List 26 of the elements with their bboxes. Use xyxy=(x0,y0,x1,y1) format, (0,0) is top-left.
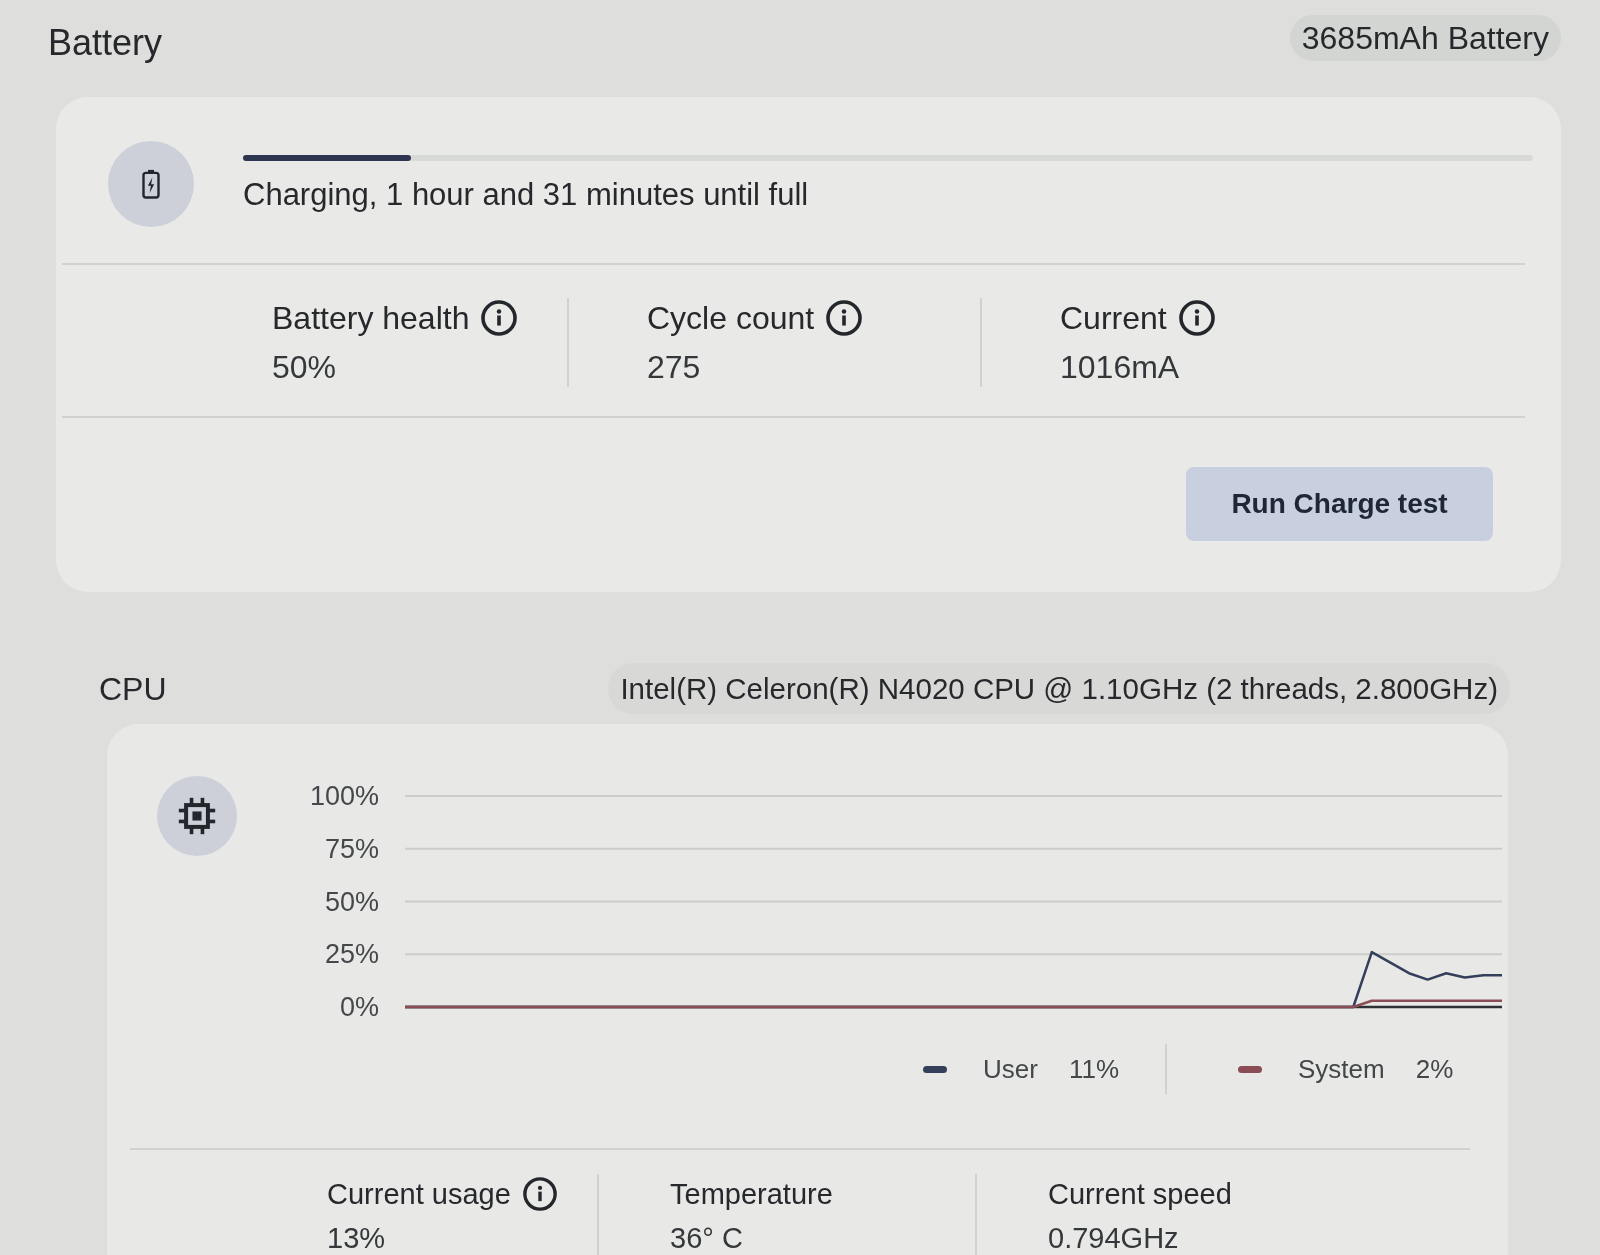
stat-label: Cycle count xyxy=(647,299,815,338)
y-axis-label: 100% xyxy=(309,781,379,811)
stat-value: 13% xyxy=(327,1221,387,1255)
stat-value: 275 xyxy=(647,348,702,387)
stat-value: 36° C xyxy=(670,1221,744,1255)
legend-label: System xyxy=(1298,1053,1385,1086)
section-title: Battery xyxy=(48,22,163,64)
stat-value: 50% xyxy=(272,348,338,387)
legend-label: User xyxy=(983,1053,1038,1086)
stat-label: Current usage xyxy=(327,1177,511,1212)
stat-label: Temperature xyxy=(670,1177,833,1212)
y-axis-label: 75% xyxy=(324,833,379,864)
y-axis-label: 50% xyxy=(324,886,379,917)
cpu-model-chip: Intel(R) Celeron(R) N4020 CPU @ 1.10GHz (2 threads, 2.800GHz) xyxy=(608,663,1510,714)
stat-value: 0.794GHz xyxy=(1048,1221,1180,1255)
charging-status-text: Charging, 1 hour and 31 minutes until full xyxy=(243,176,810,214)
section-title: CPU xyxy=(99,669,167,709)
stat-label: Current xyxy=(1060,299,1167,338)
legend-reading: 2% xyxy=(1415,1053,1454,1086)
battery-capacity-chip: 3685mAh Battery xyxy=(1289,15,1561,61)
legend-reading: 11% xyxy=(1068,1053,1119,1086)
stat-label: Battery health xyxy=(272,299,470,338)
stat-value: 1016mA xyxy=(1060,348,1181,387)
y-axis-label: 0% xyxy=(339,992,379,1022)
stat-label: Current speed xyxy=(1048,1177,1232,1212)
y-axis-label: 25% xyxy=(324,939,379,970)
